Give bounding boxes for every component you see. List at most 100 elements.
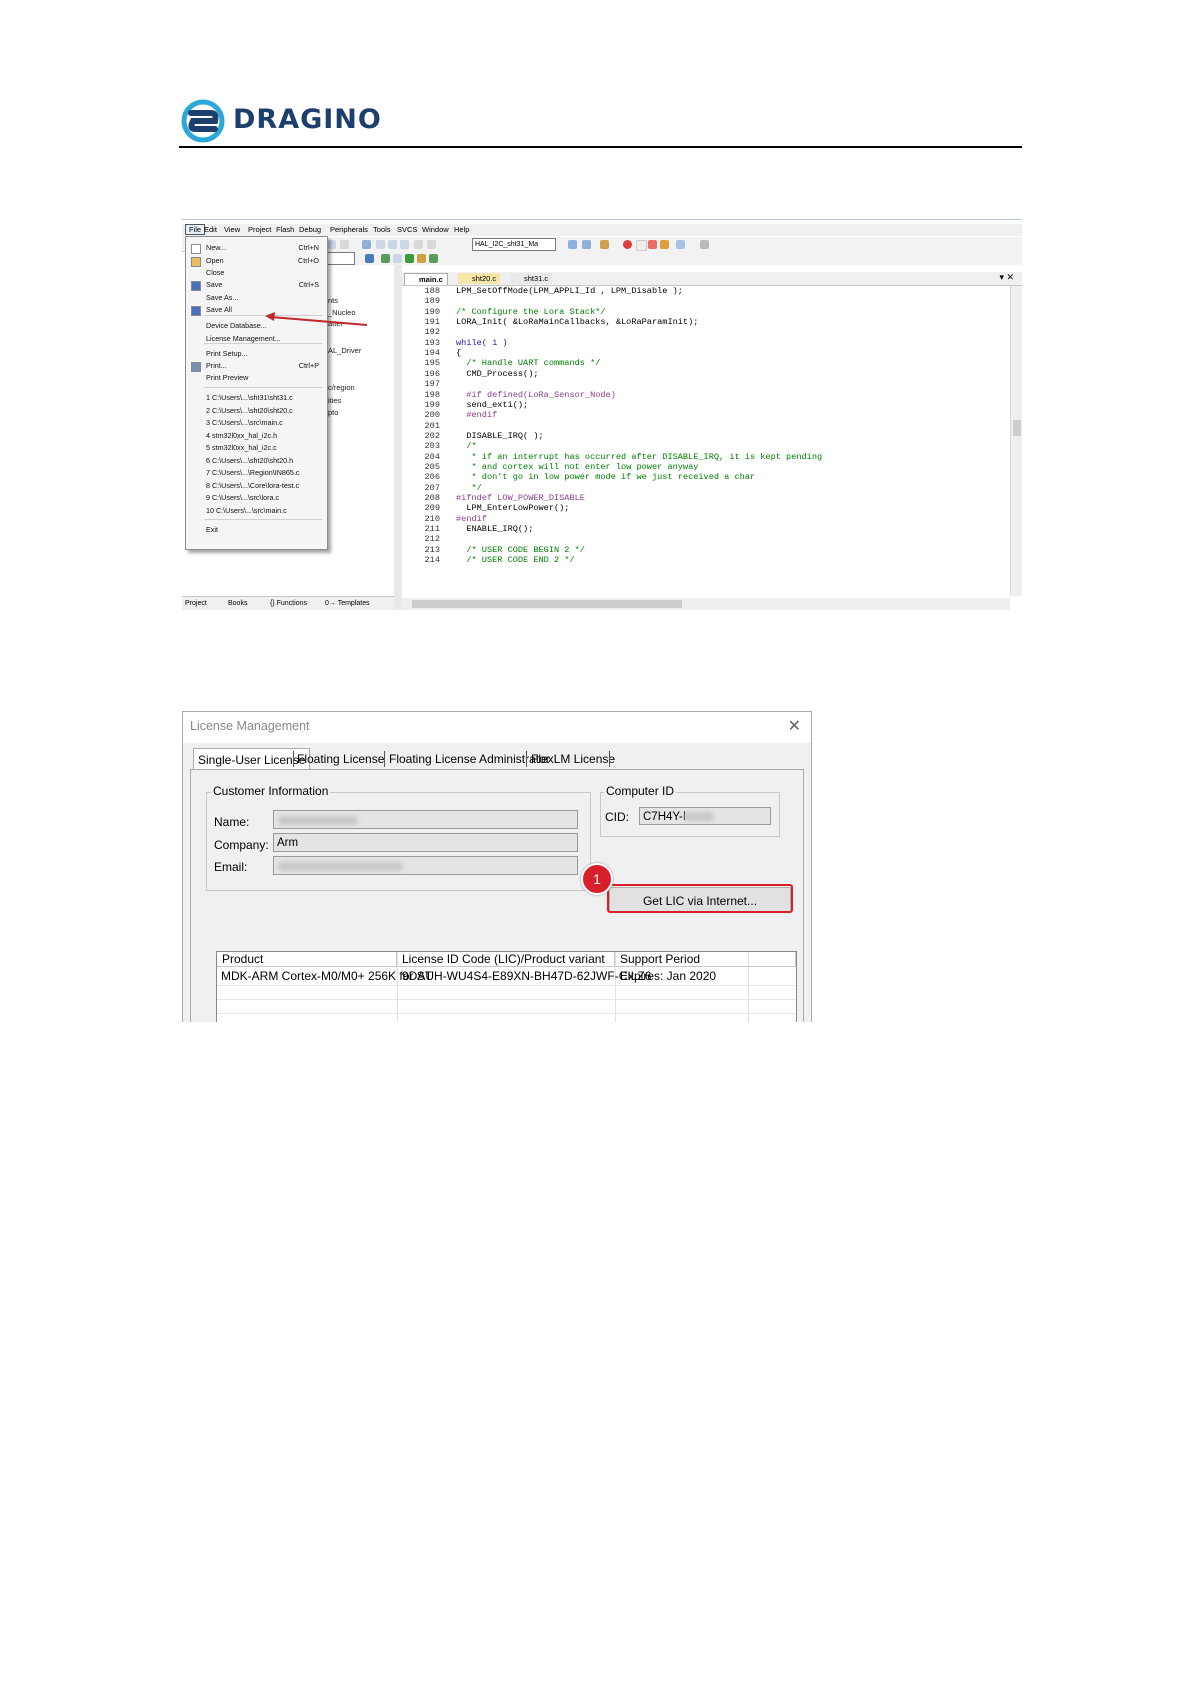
project-tree-item[interactable]: ities xyxy=(328,396,341,405)
line-number: 198 xyxy=(424,389,440,400)
menu-file[interactable]: File xyxy=(185,224,206,235)
tab-books[interactable]: Books xyxy=(228,600,247,607)
pane-splitter[interactable] xyxy=(394,265,402,610)
file-menu-item[interactable]: Print Preview xyxy=(206,373,248,382)
code-line[interactable]: /* Configure the Lora Stack*/ xyxy=(456,307,606,317)
menu-project[interactable]: Project xyxy=(248,225,271,234)
ide-screenshot: File Edit View Project Flash Debug Peripherals… xyxy=(182,219,1022,610)
company-field[interactable]: Arm xyxy=(273,833,578,852)
tab-flexlm-license[interactable]: FlexLM License xyxy=(531,752,615,766)
code-line[interactable]: /* Handle UART commands */ xyxy=(456,358,600,368)
recent-file-item[interactable]: 8 C:\Users\...\Core\lora-test.c xyxy=(206,481,299,490)
close-icon[interactable]: ✕ xyxy=(788,716,801,736)
code-line[interactable]: { xyxy=(456,348,461,358)
recent-file-item[interactable]: 4 stm32l0xx_hal_i2c.h xyxy=(206,431,277,440)
code-line[interactable]: #endif xyxy=(456,514,487,524)
menu-flash[interactable]: Flash xyxy=(276,225,294,234)
shortcut-label: Ctrl+N xyxy=(298,243,319,252)
tab-main-c[interactable]: main.c xyxy=(404,273,448,285)
column-header-product[interactable]: Product xyxy=(217,952,397,967)
line-number: 202 xyxy=(424,430,440,441)
file-menu-item[interactable]: Print... xyxy=(206,361,227,370)
code-line[interactable]: * and cortex will not enter low power an… xyxy=(456,462,698,472)
recent-file-item[interactable]: 2 C:\Users\...\sht20\sht20.c xyxy=(206,406,293,415)
menu-view[interactable]: View xyxy=(224,225,240,234)
editor-tabs: main.c sht20.c sht31.c ▾ ✕ xyxy=(402,272,1022,286)
code-line[interactable]: ENABLE_IRQ(); xyxy=(456,524,533,534)
menu-item-icon xyxy=(191,244,201,254)
recent-file-item[interactable]: 5 stm32l0xx_hal_i2c.c xyxy=(206,443,277,452)
editor-vertical-scrollbar[interactable] xyxy=(1010,286,1022,596)
close-tab-icon[interactable]: ▾ ✕ xyxy=(999,272,1014,283)
menu-edit[interactable]: Edit xyxy=(204,225,217,234)
shortcut-label: Ctrl+P xyxy=(298,361,319,370)
code-line[interactable]: LPM_EnterLowPower(); xyxy=(456,503,569,513)
name-field[interactable] xyxy=(273,810,578,829)
ide-menubar: File Edit View Project Flash Debug Peripherals… xyxy=(182,224,1022,236)
line-number: 197 xyxy=(424,379,440,390)
recent-file-item[interactable]: 1 C:\Users\...\sht31\sht31.c xyxy=(206,393,293,402)
column-header-support-period[interactable]: Support Period xyxy=(615,952,796,967)
project-tree-item[interactable]: nts xyxy=(328,296,338,305)
menu-svcs[interactable]: SVCS xyxy=(397,225,417,234)
file-menu-item[interactable]: Save All xyxy=(206,305,232,314)
license-table: Product License ID Code (LIC)/Product va… xyxy=(216,951,797,1022)
file-menu-item[interactable]: New... xyxy=(206,243,226,252)
code-line[interactable]: /* xyxy=(456,441,476,451)
menu-window[interactable]: Window xyxy=(422,225,449,234)
column-header-lic[interactable]: License ID Code (LIC)/Product variant xyxy=(397,952,615,967)
step-badge: 1 xyxy=(581,863,613,895)
file-menu-item[interactable]: License Management... xyxy=(206,334,281,343)
code-line[interactable]: send_exti(); xyxy=(456,400,528,410)
tab-floating-license[interactable]: Floating License xyxy=(297,752,384,766)
code-line[interactable]: /* USER CODE END 2 */ xyxy=(456,555,574,565)
code-editor[interactable]: 188 LPM_SetOffMode(LPM_APPLI_Id , LPM_Dis… xyxy=(402,286,1010,606)
code-line[interactable]: LORA_Init( &LoRaMainCallbacks, &LoRaPara… xyxy=(456,317,698,327)
tab-project[interactable]: Project xyxy=(185,600,207,607)
code-line[interactable]: */ xyxy=(456,483,481,493)
email-field[interactable] xyxy=(273,856,578,875)
shortcut-label: Ctrl+O xyxy=(298,256,319,265)
menu-debug[interactable]: Debug xyxy=(299,225,321,234)
highlight-box xyxy=(607,884,793,913)
tab-sht31-c[interactable]: sht31.c xyxy=(510,273,553,284)
code-line[interactable]: #endif xyxy=(456,410,497,420)
file-menu-item[interactable]: Save As... xyxy=(206,293,238,302)
recent-file-item[interactable]: 9 C:\Users\...\src\lora.c xyxy=(206,493,279,502)
tab-functions[interactable]: {} Functions xyxy=(270,600,307,607)
tab-templates[interactable]: 0→ Templates xyxy=(325,600,370,607)
file-menu-item[interactable]: Close xyxy=(206,268,224,277)
menu-item-icon xyxy=(191,257,201,267)
project-tree-item[interactable]: AL_Driver xyxy=(328,346,361,355)
tab-sht20-c[interactable]: sht20.c xyxy=(458,273,501,284)
editor-horizontal-scrollbar[interactable] xyxy=(402,598,1010,610)
target-select[interactable]: HAL_I2C_sht31_Ma xyxy=(472,238,556,251)
project-tree-item[interactable]: pto xyxy=(328,408,338,417)
project-tree-item[interactable]: c/region xyxy=(328,383,355,392)
line-number: 208 xyxy=(424,493,440,503)
file-menu-item[interactable]: Save xyxy=(206,280,222,289)
code-line[interactable]: DISABLE_IRQ( ); xyxy=(456,431,543,441)
code-line[interactable]: /* USER CODE BEGIN 2 */ xyxy=(456,545,585,555)
code-line[interactable]: LPM_SetOffMode(LPM_APPLI_Id , LPM_Disabl… xyxy=(456,286,683,296)
recent-file-item[interactable]: 6 C:\Users\...\sht20\sht20.h xyxy=(206,456,293,465)
recent-file-item[interactable]: 7 C:\Users\...\Region\IN865.c xyxy=(206,468,299,477)
recent-file-item[interactable]: 10 C:\Users\...\src\main.c xyxy=(206,506,287,515)
shortcut-label: Ctrl+S xyxy=(298,280,319,289)
code-line[interactable]: #if defined(LoRa_Sensor_Node) xyxy=(456,390,616,400)
code-line[interactable]: * don't go in low power mode if we just … xyxy=(456,472,755,482)
menu-tools[interactable]: Tools xyxy=(373,225,391,234)
exit-menu-item[interactable]: Exit xyxy=(206,525,218,534)
line-number: 206 xyxy=(424,472,440,483)
file-menu-item[interactable]: Print Setup... xyxy=(206,349,248,358)
code-line[interactable]: #ifndef LOW_POWER_DISABLE xyxy=(456,493,585,503)
menu-help[interactable]: Help xyxy=(454,225,469,234)
line-number: 205 xyxy=(424,461,440,472)
code-line[interactable]: CMD_Process(); xyxy=(456,369,538,379)
code-line[interactable]: while( 1 ) xyxy=(456,338,508,348)
menu-peripherals[interactable]: Peripherals xyxy=(330,225,368,234)
file-menu-item[interactable]: Open xyxy=(206,256,224,265)
code-line[interactable]: * if an interrupt has occurred after DIS… xyxy=(456,452,822,462)
company-label: Company: xyxy=(214,838,269,852)
recent-file-item[interactable]: 3 C:\Users\...\src\main.c xyxy=(206,418,283,427)
